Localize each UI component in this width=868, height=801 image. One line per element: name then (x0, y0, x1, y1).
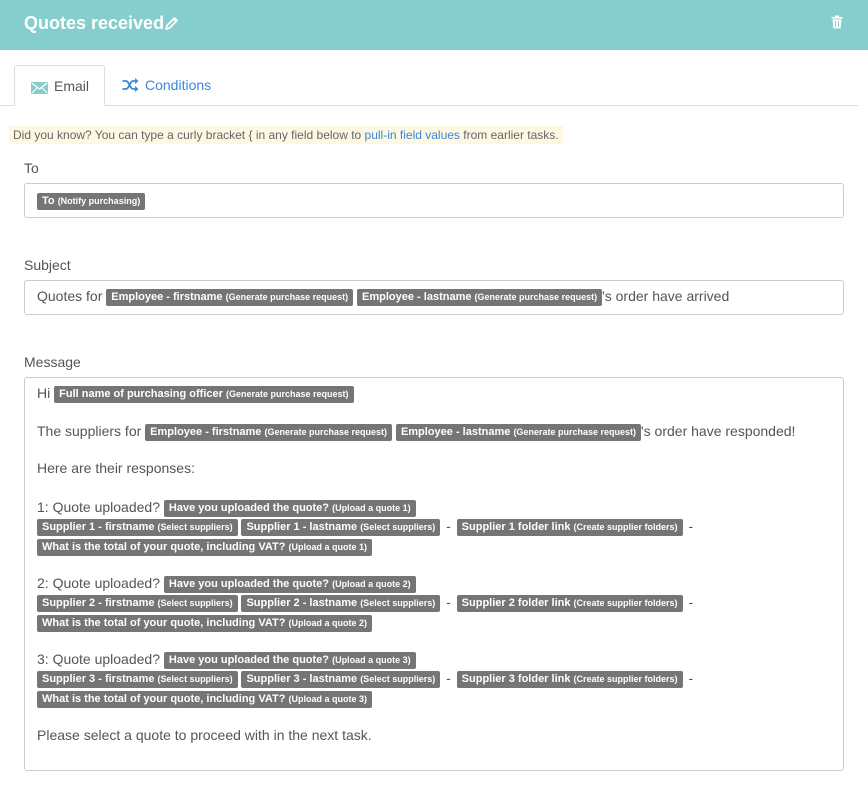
tab-conditions-label: Conditions (145, 77, 212, 93)
quote-prefix: 2: Quote uploaded? (37, 575, 160, 591)
suppliers-suffix: 's order have responded! (640, 423, 796, 439)
tab-email[interactable]: Email (14, 65, 105, 106)
trash-icon[interactable] (831, 15, 843, 34)
field-tag[interactable]: Employee - lastname (Generate purchase r… (395, 424, 641, 441)
panel-header: Quotes received (0, 0, 868, 50)
field-tag[interactable]: Supplier 1 - firstname (Select suppliers… (37, 519, 238, 536)
responses-intro: Here are their responses: (37, 460, 195, 476)
field-tag[interactable]: Supplier 3 - firstname (Select suppliers… (37, 671, 238, 688)
tip-banner: Did you know? You can type a curly brack… (9, 126, 563, 144)
separator: - (446, 518, 451, 534)
field-tag[interactable]: Supplier 1 - lastname (Select suppliers) (241, 519, 441, 536)
field-tag[interactable]: Supplier 2 folder link (Create supplier … (456, 595, 683, 612)
field-tag[interactable]: What is the total of your quote, includi… (37, 615, 372, 632)
message-field[interactable]: Hi Full name of purchasing officer (Gene… (24, 377, 844, 771)
subject-label: Subject (24, 257, 71, 273)
to-label: To (24, 160, 39, 176)
tab-email-label: Email (54, 78, 90, 94)
to-field[interactable]: To (Notify purchasing) (24, 183, 844, 218)
field-tag[interactable]: What is the total of your quote, includi… (37, 691, 372, 708)
field-tag[interactable]: Employee - firstname (Generate purchase … (145, 424, 393, 441)
pull-in-field-values-link[interactable]: pull-in field values (365, 128, 460, 142)
subject-field[interactable]: Quotes for Employee - firstname (Generat… (24, 280, 844, 315)
closing-text: Please select a quote to proceed with in… (37, 727, 372, 743)
field-tag[interactable]: Have you uploaded the quote? (Upload a q… (163, 576, 416, 593)
field-tag[interactable]: Have you uploaded the quote? (Upload a q… (163, 500, 416, 517)
field-tag[interactable]: Full name of purchasing officer (Generat… (54, 386, 354, 403)
quote-prefix: 3: Quote uploaded? (37, 651, 160, 667)
suppliers-prefix: The suppliers for (37, 423, 142, 439)
separator: - (688, 594, 694, 610)
subject-suffix: 's order have arrived (602, 288, 730, 304)
envelope-icon (31, 81, 48, 99)
separator: - (446, 594, 451, 610)
tab-bar: Email Conditions (0, 65, 858, 106)
tip-prefix: Did you know? You can type a curly brack… (13, 128, 365, 142)
field-tag[interactable]: Employee - lastname (Generate purchase r… (357, 289, 603, 306)
message-label: Message (24, 354, 81, 370)
field-tag[interactable]: To (Notify purchasing) (37, 193, 146, 210)
field-tag[interactable]: Supplier 3 folder link (Create supplier … (456, 671, 683, 688)
field-tag[interactable]: What is the total of your quote, includi… (37, 539, 372, 556)
field-tag[interactable]: Have you uploaded the quote? (Upload a q… (163, 652, 416, 669)
shuffle-icon (122, 78, 139, 97)
field-tag[interactable]: Employee - firstname (Generate purchase … (106, 289, 354, 306)
separator: - (446, 670, 451, 686)
field-tag[interactable]: Supplier 3 - lastname (Select suppliers) (241, 671, 441, 688)
pencil-icon[interactable] (165, 16, 179, 35)
subject-prefix: Quotes for (37, 288, 107, 304)
field-tag[interactable]: Supplier 2 - lastname (Select suppliers) (241, 595, 441, 612)
separator: - (688, 518, 694, 534)
panel-title[interactable]: Quotes received (24, 12, 164, 34)
tip-suffix: from earlier tasks. (459, 128, 559, 142)
field-tag[interactable]: Supplier 2 - firstname (Select suppliers… (37, 595, 238, 612)
field-tag[interactable]: Supplier 1 folder link (Create supplier … (456, 519, 683, 536)
greeting-text: Hi (37, 385, 51, 401)
quote-prefix: 1: Quote uploaded? (37, 499, 160, 515)
separator: - (688, 670, 694, 686)
